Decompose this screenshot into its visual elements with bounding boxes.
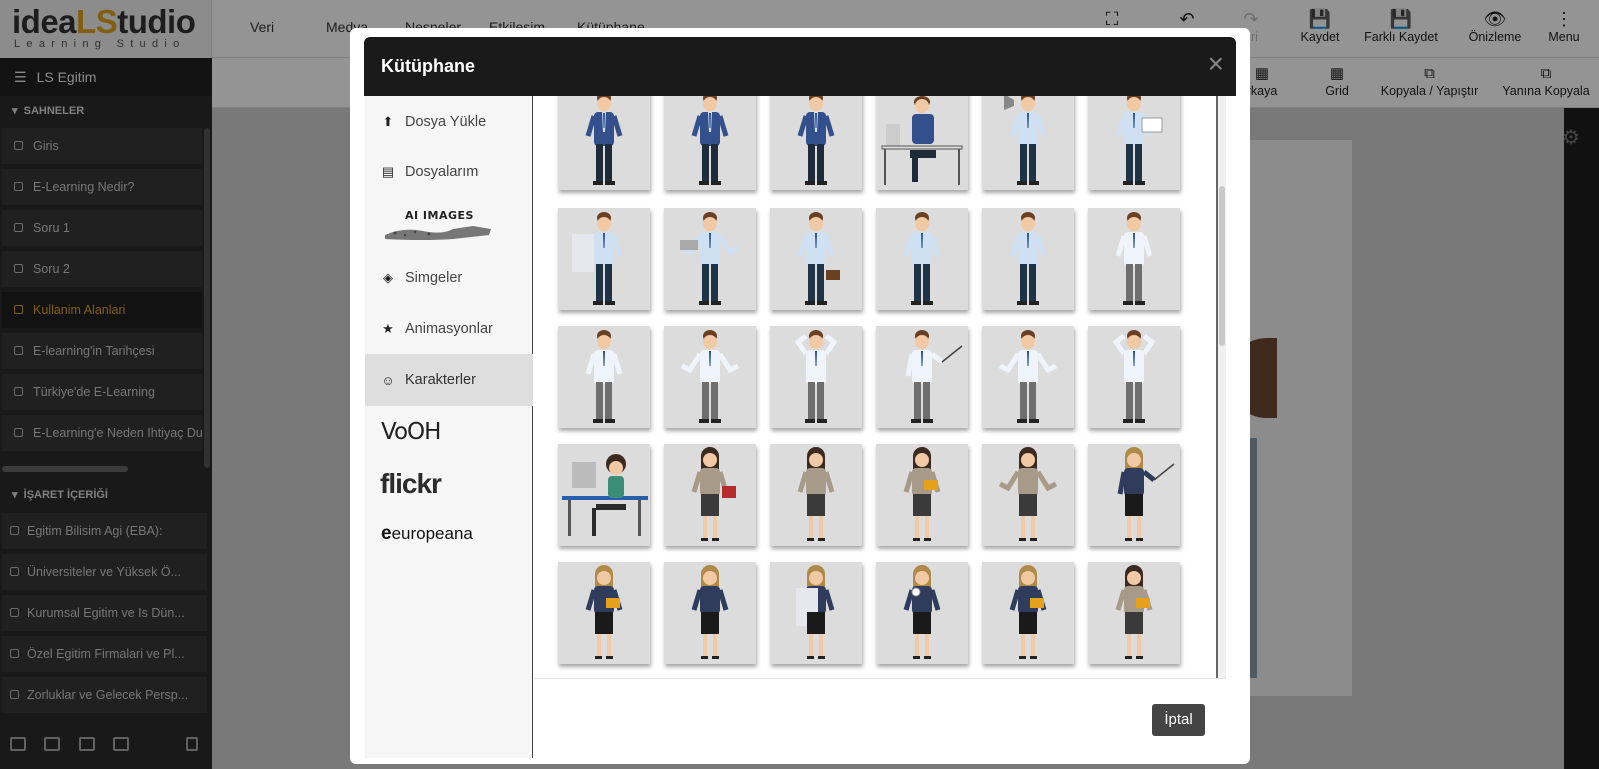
character-thumbnail[interactable]	[664, 96, 756, 190]
character-illustration	[562, 454, 648, 536]
upload-icon: ⬆	[382, 114, 394, 129]
character-illustration	[572, 212, 623, 305]
character-thumbnail[interactable]	[664, 208, 756, 310]
character-illustration	[797, 96, 835, 185]
star-icon: ★	[382, 321, 394, 336]
character-illustration	[998, 330, 1058, 423]
character-illustration	[881, 96, 963, 185]
cancel-button[interactable]: İptal	[1152, 704, 1205, 736]
character-illustration	[1009, 565, 1047, 659]
modal-header: Kütüphane ×	[364, 37, 1236, 96]
character-illustration	[585, 565, 623, 659]
shapes-icon: ◈	[383, 270, 393, 285]
face-icon: ☺	[381, 372, 395, 388]
character-illustration	[691, 447, 736, 541]
character-thumbnail[interactable]	[1088, 562, 1180, 664]
character-thumbnail[interactable]	[770, 562, 862, 664]
source-my-files[interactable]: ▤ Dosyalarım	[365, 146, 533, 198]
character-thumbnail[interactable]	[770, 208, 862, 310]
source-label: Animasyonlar	[405, 321, 493, 337]
character-illustration	[1115, 96, 1163, 185]
character-thumbnail[interactable]	[1088, 444, 1180, 546]
character-illustration	[1117, 447, 1175, 541]
character-thumbnail[interactable]	[558, 326, 650, 428]
photo-library-icon: ▤	[381, 164, 395, 179]
character-grid	[534, 96, 1216, 678]
character-illustration	[998, 447, 1058, 541]
source-label: Dosyalarım	[405, 164, 479, 180]
character-thumbnail[interactable]	[876, 208, 968, 310]
character-thumbnail[interactable]	[770, 444, 862, 546]
source-label: Dosya Yükle	[405, 114, 487, 130]
character-thumbnail[interactable]	[982, 444, 1074, 546]
character-thumbnail[interactable]	[664, 326, 756, 428]
character-thumbnail[interactable]	[876, 96, 968, 190]
character-illustration	[905, 330, 963, 423]
character-thumbnail[interactable]	[982, 208, 1074, 310]
character-illustration	[1115, 212, 1153, 305]
character-thumbnail[interactable]	[558, 208, 650, 310]
modal-footer: İptal	[534, 678, 1226, 758]
library-scrollbar-thumb[interactable]	[1219, 186, 1225, 346]
character-thumbnail[interactable]	[558, 444, 650, 546]
character-thumbnail[interactable]	[876, 562, 968, 664]
character-thumbnail[interactable]	[558, 562, 650, 664]
character-thumbnail[interactable]	[876, 444, 968, 546]
character-illustration	[1009, 212, 1047, 305]
source-animations[interactable]: ★ Animasyonlar	[365, 303, 533, 355]
character-illustration	[797, 212, 840, 305]
source-flickr-logo[interactable]: flickr	[380, 468, 442, 500]
character-thumbnail[interactable]	[558, 96, 650, 190]
modal-title: Kütüphane	[381, 56, 475, 76]
character-thumbnail[interactable]	[876, 326, 968, 428]
character-illustration	[1115, 565, 1153, 659]
source-vooh-logo[interactable]: VoOH	[381, 419, 441, 445]
ai-hand-icon	[385, 226, 491, 240]
character-thumbnail[interactable]	[1088, 208, 1180, 310]
character-thumbnail[interactable]	[982, 96, 1074, 190]
character-illustration	[903, 212, 941, 305]
character-illustration	[585, 330, 623, 423]
character-illustration	[903, 565, 941, 659]
europeana-mark: e	[381, 523, 392, 544]
library-scrollbar[interactable]	[1216, 96, 1226, 678]
character-illustration	[903, 447, 941, 541]
character-illustration	[796, 565, 835, 659]
character-thumbnail[interactable]	[1088, 96, 1180, 190]
character-thumbnail[interactable]	[770, 326, 862, 428]
character-illustration	[797, 447, 835, 541]
character-illustration	[691, 96, 729, 185]
character-thumbnail[interactable]	[664, 562, 756, 664]
character-illustration	[1004, 96, 1047, 185]
character-thumbnail[interactable]	[1088, 326, 1180, 428]
europeana-text: europeana	[391, 524, 473, 543]
source-icons[interactable]: ◈ Simgeler	[365, 252, 533, 304]
source-upload[interactable]: ⬆ Dosya Yükle	[365, 96, 533, 148]
character-illustration	[1112, 330, 1156, 423]
library-modal: Kütüphane × ⬆ Dosya Yükle ▤ Dosyalarım AI …	[350, 28, 1250, 764]
character-thumbnail[interactable]	[982, 326, 1074, 428]
character-illustration	[680, 330, 740, 423]
source-characters[interactable]: ☺ Karakterler	[365, 354, 533, 406]
source-label: Simgeler	[405, 270, 463, 286]
source-ai-images[interactable]: AI IMAGES	[383, 209, 493, 245]
close-icon[interactable]: ×	[1208, 50, 1224, 78]
character-thumbnail[interactable]	[664, 444, 756, 546]
character-thumbnail[interactable]	[770, 96, 862, 190]
character-illustration	[691, 565, 729, 659]
source-europeana-logo[interactable]: eeuropeana	[381, 523, 473, 545]
character-thumbnail[interactable]	[982, 562, 1074, 664]
character-illustration	[585, 96, 623, 185]
source-label: Karakterler	[405, 372, 476, 388]
character-illustration	[794, 330, 838, 423]
library-source-list: ⬆ Dosya Yükle ▤ Dosyalarım AI IMAGES ◈ Simg…	[365, 96, 533, 758]
character-illustration	[680, 212, 740, 305]
